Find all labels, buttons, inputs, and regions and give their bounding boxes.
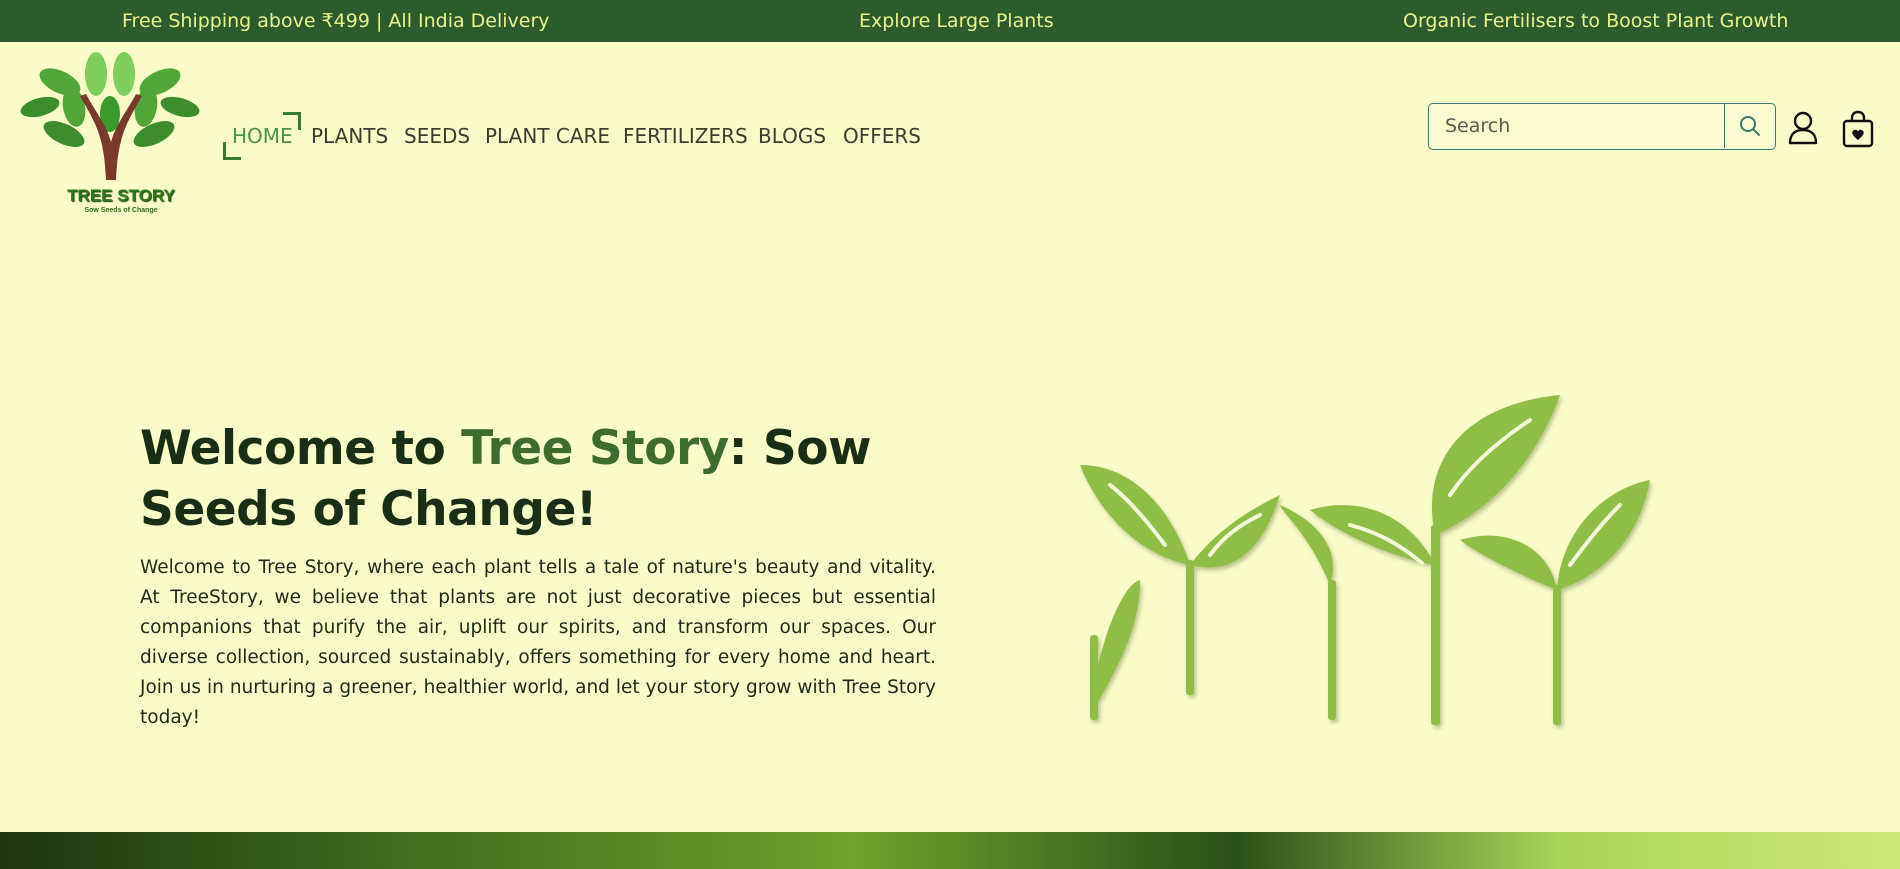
- logo[interactable]: TREE STORY Sow Seeds of Change: [12, 52, 208, 222]
- sprouts-illustration: [1080, 395, 1650, 725]
- search-button[interactable]: [1724, 104, 1775, 148]
- search-box: [1428, 103, 1776, 150]
- nav-item-fertilizers[interactable]: FERTILIZERS: [623, 124, 748, 148]
- announcement-shipping: Free Shipping above ₹499 | All India Del…: [122, 10, 550, 32]
- announcement-large-plants[interactable]: Explore Large Plants: [859, 10, 1054, 32]
- hero-description: Welcome to Tree Story, where each plant …: [140, 557, 936, 728]
- nav-item-plants[interactable]: PLANTS: [311, 124, 388, 148]
- hero-title-prefix: Welcome to: [140, 421, 462, 476]
- brand-tagline: Sow Seeds of Change: [84, 207, 158, 214]
- hero-title-accent: Tree Story: [461, 421, 729, 476]
- search-input[interactable]: [1429, 104, 1724, 148]
- user-icon[interactable]: [1788, 111, 1818, 145]
- announcement-bar: Free Shipping above ₹499 | All India Del…: [0, 0, 1900, 42]
- tree-logo-icon: [20, 52, 200, 180]
- search-icon: [1740, 116, 1760, 136]
- announcement-fertilisers[interactable]: Organic Fertilisers to Boost Plant Growt…: [1403, 10, 1788, 32]
- hero-banner-image: [0, 832, 1900, 869]
- nav-item-plant-care[interactable]: PLANT CARE: [485, 124, 610, 148]
- shopping-bag-icon[interactable]: [1842, 110, 1874, 148]
- hero-title: Welcome to Tree Story: Sow Seeds of Chan…: [140, 418, 940, 540]
- nav-item-offers[interactable]: OFFERS: [843, 124, 921, 148]
- nav-item-seeds[interactable]: SEEDS: [404, 124, 470, 148]
- brand-name: TREE STORY: [67, 186, 175, 205]
- nav-item-blogs[interactable]: BLOGS: [758, 124, 826, 148]
- nav-item-home[interactable]: HOME: [232, 124, 293, 148]
